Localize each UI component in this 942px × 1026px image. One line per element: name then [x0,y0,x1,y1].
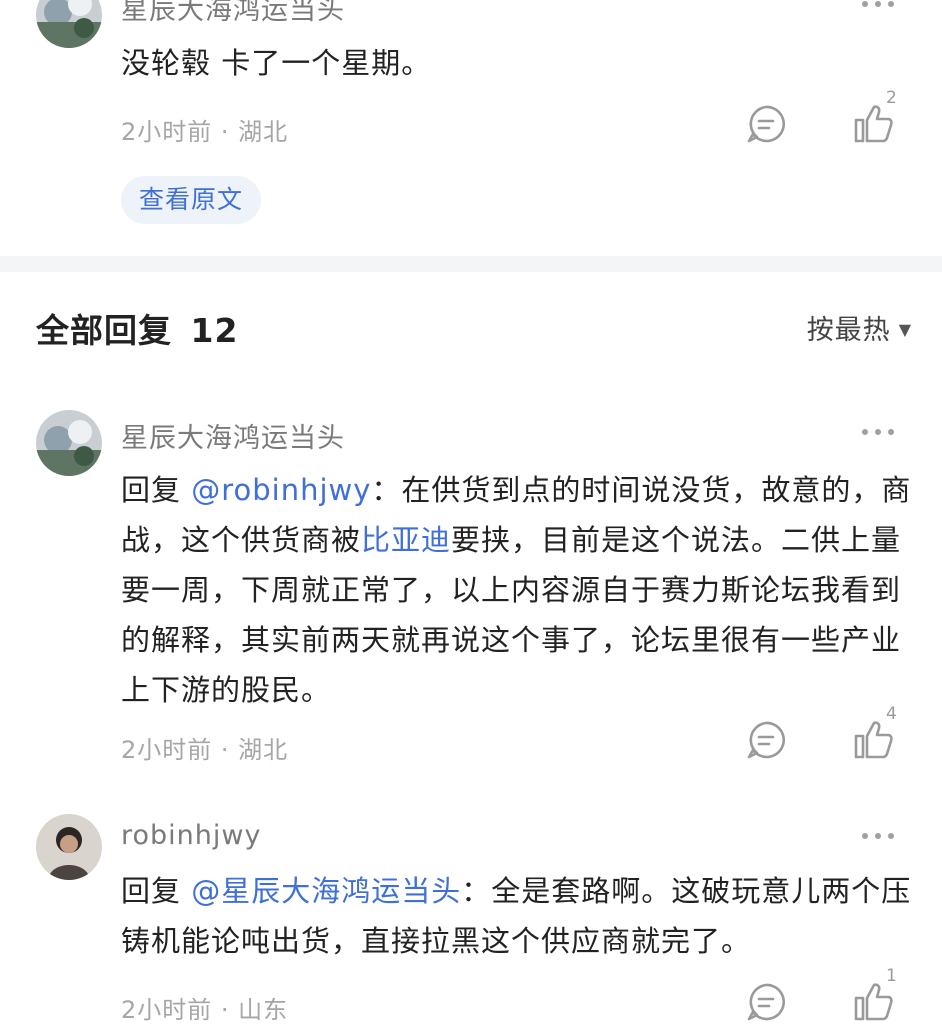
reply-location: 湖北 [238,736,289,764]
replies-section-title: 全部回复 12 [36,304,238,352]
avatar[interactable] [36,410,102,476]
reply-time: 2小时前 [121,996,213,1024]
view-original-button[interactable]: 查看原文 [121,176,262,224]
like-icon[interactable] [852,718,896,762]
top-comment: 星辰大海鸿运当头 没轮毂 卡了一个星期。 2小时前 · 湖北 2 查看原文 [0,0,942,256]
reply-text: 回复 @星辰大海鸿运当头：全是套路啊。这破玩意儿两个压铸机能论吨出货，直接拉黑这… [121,866,913,966]
reply-prefix: 回复 [121,473,192,507]
reply-username[interactable]: robinhjwy [121,820,261,851]
reply-username[interactable]: 星辰大海鸿运当头 [121,416,345,455]
like-count: 2 [886,88,897,108]
comment-text: 没轮毂 卡了一个星期。 [121,46,432,80]
reply-time: 2小时前 [121,736,213,764]
reply-icon[interactable] [746,720,786,760]
comment-location: 湖北 [238,118,289,146]
like-count: 4 [886,704,897,724]
more-options-icon[interactable] [862,0,898,10]
mention-link[interactable]: @星辰大海鸿运当头 [191,874,461,908]
mention-link[interactable]: @robinhjwy [191,473,371,507]
sort-dropdown[interactable]: 按最热 ▼ [807,308,912,347]
reply-meta: 2小时前 · 山东 [121,990,288,1025]
reply-icon[interactable] [746,982,786,1022]
more-options-icon[interactable] [862,426,898,438]
stock-link[interactable]: 比亚迪 [361,523,451,557]
reply-meta: 2小时前 · 湖北 [121,730,288,765]
reply-icon[interactable] [746,104,786,144]
replies-title: 全部回复 [36,311,172,350]
reply-prefix: 回复 [121,874,192,908]
comment-time: 2小时前 [121,118,213,146]
avatar[interactable] [36,0,102,48]
section-divider [0,256,942,272]
caret-down-icon: ▼ [898,320,912,339]
reply-location: 山东 [238,996,289,1024]
like-count: 1 [886,966,897,986]
comment-username[interactable]: 星辰大海鸿运当头 [121,0,345,27]
like-icon[interactable] [852,102,896,146]
comment-meta: 2小时前 · 湖北 [121,112,288,147]
like-icon[interactable] [852,980,896,1024]
more-options-icon[interactable] [862,830,898,842]
sort-label: 按最热 [806,315,891,346]
meta-separator: · [212,736,239,764]
meta-separator: · [212,118,239,146]
reply-text: 回复 @robinhjwy：在供货到点的时间说没货，故意的，商战，这个供货商被比… [121,465,913,715]
meta-separator: · [212,996,239,1024]
avatar[interactable] [36,814,102,880]
replies-count: 12 [190,311,239,350]
